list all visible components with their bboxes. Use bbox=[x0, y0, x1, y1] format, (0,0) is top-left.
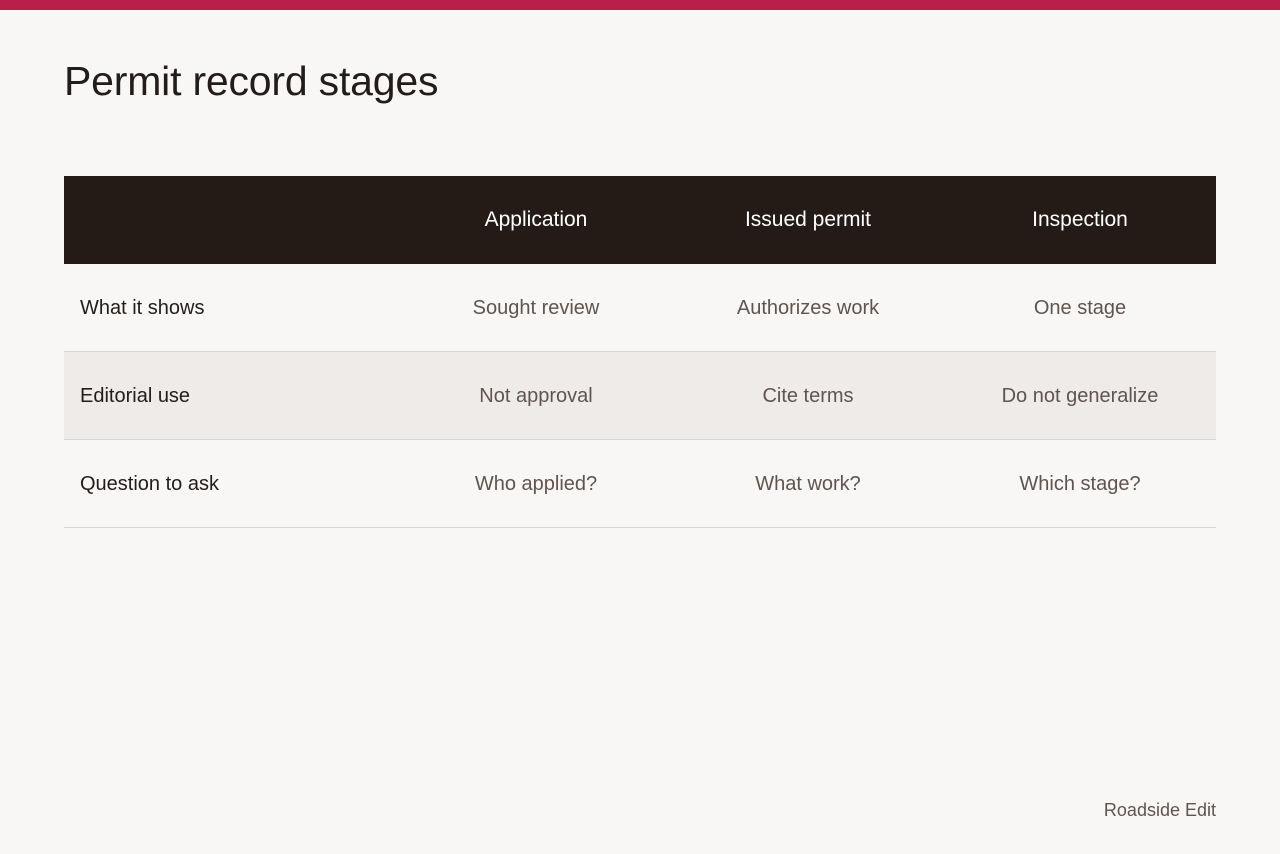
table-header-row: Application Issued permit Inspection bbox=[64, 176, 1216, 264]
table-row: Question to ask Who applied? What work? … bbox=[64, 440, 1216, 528]
row-label: Question to ask bbox=[80, 472, 219, 495]
table-cell: Authorizes work bbox=[736, 296, 880, 319]
table-cell: Do not generalize bbox=[1001, 384, 1159, 407]
table-cell: Cite terms bbox=[762, 384, 854, 407]
footer-brand: Roadside Edit bbox=[1103, 800, 1216, 820]
table-cell: Who applied? bbox=[474, 472, 598, 495]
column-header: Application bbox=[484, 208, 588, 231]
table-cell: One stage bbox=[1033, 296, 1127, 319]
comparison-table: Application Issued permit Inspection Wha… bbox=[64, 176, 1216, 528]
column-header: Inspection bbox=[1032, 208, 1128, 231]
table-cell: Not approval bbox=[479, 384, 593, 407]
row-label: Editorial use bbox=[80, 384, 191, 407]
table-row: What it shows Sought review Authorizes w… bbox=[64, 264, 1216, 352]
table-row: Editorial use Not approval Cite terms Do… bbox=[64, 352, 1216, 440]
table-cell: Which stage? bbox=[1019, 472, 1141, 495]
table-cell: Sought review bbox=[472, 296, 600, 319]
table-cell: What work? bbox=[755, 472, 861, 495]
column-header: Issued permit bbox=[744, 208, 872, 231]
row-label: What it shows bbox=[80, 296, 205, 319]
page-title: Permit record stages bbox=[64, 58, 439, 104]
top-accent-bar bbox=[0, 0, 1280, 10]
